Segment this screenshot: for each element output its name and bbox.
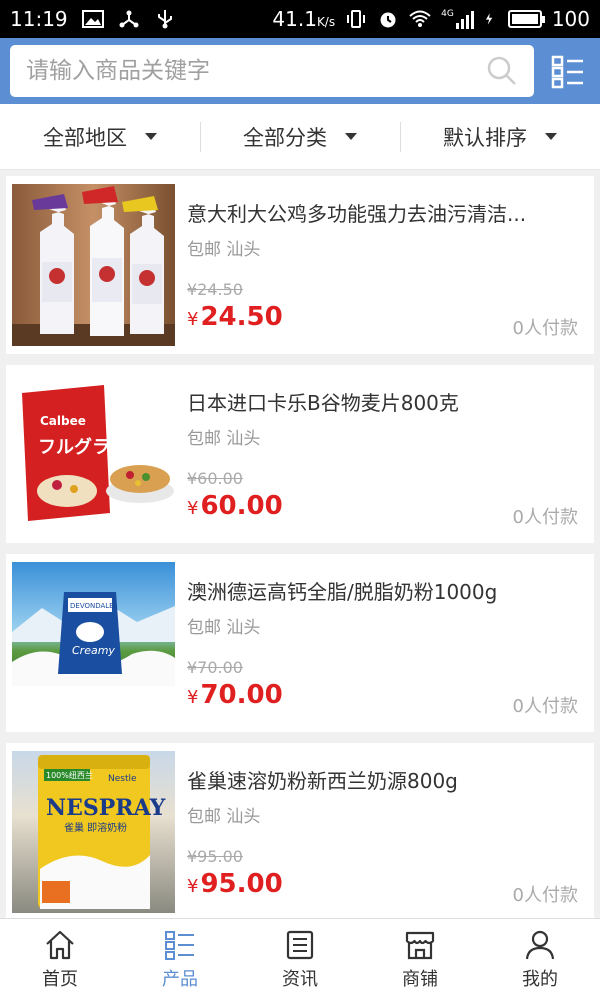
product-card[interactable]: Calbee フルグラ 日本进口卡乐B谷物麦片800克 包邮 汕头 ¥60.00… — [6, 365, 594, 543]
product-meta: 包邮 汕头 — [187, 807, 261, 827]
wifi-icon — [409, 10, 431, 27]
product-image-calbee-cereal[interactable]: Calbee フルグラ — [12, 373, 175, 535]
original-price: ¥24.50 — [187, 280, 243, 299]
image-icon — [81, 10, 104, 28]
filter-label: 全部分类 — [243, 125, 327, 150]
nav-me[interactable]: 我的 — [480, 919, 600, 1000]
battery-icon — [507, 10, 545, 28]
caret-down-icon — [145, 133, 157, 140]
product-title[interactable]: 雀巢速溶奶粉新西兰奶源800g — [187, 765, 579, 794]
status-time: 11:19 — [10, 7, 68, 31]
nav-label: 首页 — [42, 968, 78, 990]
news-icon — [286, 930, 314, 959]
search-box[interactable] — [10, 45, 534, 97]
paid-count: 0人付款 — [512, 318, 578, 339]
current-price: ¥60.00 — [187, 491, 283, 521]
product-image-cleaner-sprays[interactable] — [12, 184, 175, 346]
nav-label: 资讯 — [282, 968, 318, 990]
calbee-name: フルグラ — [38, 436, 110, 458]
current-price: ¥95.00 — [187, 869, 283, 899]
bottom-nav: 首页 产品 资讯 商铺 我的 — [0, 918, 600, 1000]
paid-count: 0人付款 — [512, 696, 578, 717]
caret-down-icon — [345, 133, 357, 140]
nav-store[interactable]: 商铺 — [360, 919, 480, 1000]
share-icon — [119, 10, 139, 28]
nav-products[interactable]: 产品 — [120, 919, 240, 1000]
calbee-brand: Calbee — [40, 414, 86, 428]
nespray-label: NESPRAY — [46, 795, 166, 821]
nespray-badge: 100%纽西兰 — [46, 770, 93, 780]
product-meta: 包邮 汕头 — [187, 429, 261, 449]
nav-news[interactable]: 资讯 — [240, 919, 360, 1000]
vibrate-icon — [347, 10, 366, 28]
store-icon — [405, 931, 435, 959]
current-price: ¥70.00 — [187, 680, 283, 710]
filter-category[interactable]: 全部分类 — [200, 104, 400, 169]
nav-home[interactable]: 首页 — [0, 919, 120, 1000]
original-price: ¥95.00 — [187, 847, 243, 866]
product-image-nespray-milk[interactable]: 100%纽西兰 Nestle NESPRAY 雀巢 即溶奶粉 — [12, 751, 175, 913]
product-meta: 包邮 汕头 — [187, 618, 261, 638]
charging-icon — [485, 13, 493, 25]
original-price: ¥70.00 — [187, 658, 243, 677]
header — [0, 38, 600, 104]
nav-label: 产品 — [162, 968, 198, 990]
nespray-sub: 雀巢 即溶奶粉 — [64, 821, 127, 834]
filter-sort[interactable]: 默认排序 — [400, 104, 600, 169]
current-price: ¥24.50 — [187, 302, 283, 332]
nav-label: 商铺 — [402, 968, 438, 990]
list-icon — [165, 930, 194, 960]
usb-icon — [157, 10, 172, 29]
product-list: 意大利大公鸡多功能强力去油污清洁... 包邮 汕头 ¥24.50 ¥24.50 … — [6, 176, 594, 932]
product-info: 意大利大公鸡多功能强力去油污清洁... 包邮 汕头 ¥24.50 ¥24.50 … — [175, 184, 588, 346]
paid-count: 0人付款 — [512, 507, 578, 528]
product-card[interactable]: 100%纽西兰 Nestle NESPRAY 雀巢 即溶奶粉 雀巢速溶奶粉新西兰… — [6, 743, 594, 921]
network-speed: 41.1K/s — [272, 7, 336, 31]
paid-count: 0人付款 — [512, 885, 578, 906]
filter-region[interactable]: 全部地区 — [0, 104, 200, 169]
product-info: 澳洲德运高钙全脂/脱脂奶粉1000g 包邮 汕头 ¥70.00 ¥70.00 0… — [175, 562, 588, 724]
home-icon — [46, 930, 74, 959]
product-image-devondale-milk[interactable]: DEVONDALE Creamy — [12, 562, 175, 686]
battery-level: 100 — [551, 7, 590, 31]
product-title[interactable]: 意大利大公鸡多功能强力去油污清洁... — [187, 198, 579, 227]
nestle-label: Nestle — [108, 774, 137, 784]
category-menu-icon[interactable] — [550, 53, 586, 89]
product-meta: 包邮 汕头 — [187, 240, 261, 260]
filter-label: 默认排序 — [443, 125, 527, 150]
nav-label: 我的 — [522, 968, 558, 990]
product-card[interactable]: 意大利大公鸡多功能强力去油污清洁... 包邮 汕头 ¥24.50 ¥24.50 … — [6, 176, 594, 354]
product-title[interactable]: 澳洲德运高钙全脂/脱脂奶粉1000g — [187, 576, 579, 605]
devondale-name: Creamy — [72, 644, 115, 657]
caret-down-icon — [545, 133, 557, 140]
devondale-brand: DEVONDALE — [70, 602, 114, 610]
search-icon[interactable] — [486, 55, 518, 87]
product-info: 日本进口卡乐B谷物麦片800克 包邮 汕头 ¥60.00 ¥60.00 0人付款 — [175, 373, 588, 535]
filter-label: 全部地区 — [43, 125, 127, 150]
original-price: ¥60.00 — [187, 469, 243, 488]
product-title[interactable]: 日本进口卡乐B谷物麦片800克 — [187, 387, 579, 416]
product-card[interactable]: DEVONDALE Creamy 澳洲德运高钙全脂/脱脂奶粉1000g 包邮 汕… — [6, 554, 594, 732]
status-bar: 11:19 41.1K/s 4G 100 — [0, 0, 600, 38]
user-icon — [525, 930, 555, 959]
alarm-icon — [380, 12, 396, 28]
signal-icon: 4G — [441, 9, 474, 29]
filter-bar: 全部地区 全部分类 默认排序 — [0, 104, 600, 170]
search-input[interactable] — [26, 58, 486, 84]
product-info: 雀巢速溶奶粉新西兰奶源800g 包邮 汕头 ¥95.00 ¥95.00 0人付款 — [175, 751, 588, 913]
